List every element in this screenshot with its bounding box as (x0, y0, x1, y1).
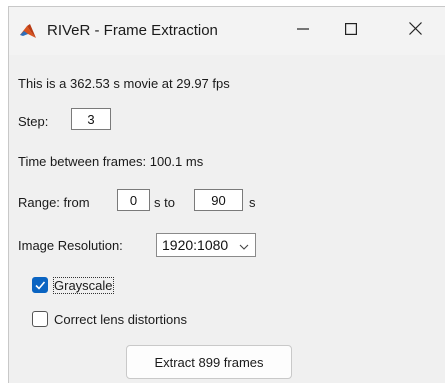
range-to-label: s to (154, 195, 175, 210)
maximize-icon (345, 22, 358, 40)
window-title: RIVeR - Frame Extraction (47, 22, 218, 39)
range-from-input[interactable] (117, 189, 150, 211)
image-resolution-dropdown[interactable]: 1920:1080 (156, 233, 256, 257)
step-label: Step: (18, 114, 49, 129)
movie-info-text: This is a 362.53 s movie at 29.97 fps (18, 76, 230, 91)
minimize-button[interactable] (279, 7, 327, 55)
close-button[interactable] (391, 7, 439, 55)
title-bar[interactable]: RIVeR - Frame Extraction (9, 7, 445, 55)
step-input[interactable] (71, 108, 111, 130)
grayscale-checkbox[interactable] (32, 277, 48, 293)
image-resolution-label: Image Resolution: (18, 238, 123, 253)
range-from-label: Range: from (18, 195, 90, 210)
checkmark-icon (33, 278, 47, 292)
range-to-input[interactable] (194, 189, 243, 211)
maximize-button[interactable] (327, 7, 375, 55)
close-icon (408, 22, 422, 40)
matlab-logo-icon (19, 23, 37, 39)
chevron-down-icon (239, 240, 249, 250)
minimize-icon (297, 22, 309, 40)
range-unit-label: s (249, 195, 256, 210)
correct-lens-distortions-checkbox[interactable] (32, 311, 48, 327)
frame-extraction-window: RIVeR - Frame Extraction This is a 362.5… (8, 6, 445, 383)
extract-frames-label: Extract 899 frames (154, 354, 264, 370)
extract-frames-button[interactable]: Extract 899 frames (126, 345, 292, 379)
dialog-content: This is a 362.53 s movie at 29.97 fps St… (9, 55, 445, 383)
correct-lens-distortions-label[interactable]: Correct lens distortions (54, 312, 187, 327)
image-resolution-value: 1920:1080 (162, 237, 229, 253)
grayscale-label[interactable]: Grayscale (53, 277, 114, 294)
time-between-frames-text: Time between frames: 100.1 ms (18, 154, 204, 169)
